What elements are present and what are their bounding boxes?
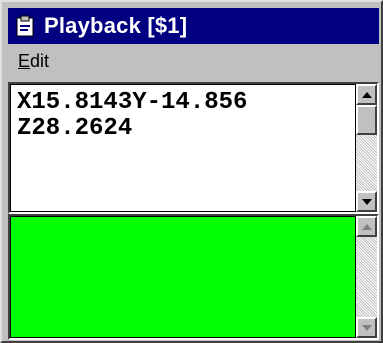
scroll-up-button[interactable] xyxy=(356,84,377,105)
output-scrollbar[interactable] xyxy=(356,84,377,212)
coordinate-line-2: Z28.2624 xyxy=(17,115,133,142)
menu-edit[interactable]: Edit xyxy=(18,51,49,72)
status-scroll-up-button xyxy=(356,216,377,237)
arrow-up-icon xyxy=(361,223,372,230)
scroll-down-button[interactable] xyxy=(356,191,377,212)
title-bar[interactable]: Playback [$1] xyxy=(8,8,379,44)
arrow-down-icon xyxy=(361,198,372,205)
coordinate-output[interactable]: X15.8143Y-14.856 Z28.2624 xyxy=(10,84,356,212)
scroll-thumb[interactable] xyxy=(356,105,377,135)
status-scroll-down-button xyxy=(356,317,377,338)
coordinate-line-1: X15.8143Y-14.856 xyxy=(17,89,248,116)
status-indicator xyxy=(10,216,356,338)
arrow-down-icon xyxy=(361,324,372,331)
window-title: Playback [$1] xyxy=(44,13,188,38)
output-pane: X15.8143Y-14.856 Z28.2624 xyxy=(8,82,379,214)
clipboard-icon xyxy=(14,15,36,37)
status-scrollbar xyxy=(356,216,377,338)
menu-edit-accelerator: E xyxy=(18,50,31,71)
menu-bar: Edit xyxy=(8,46,379,76)
status-pane xyxy=(8,214,379,340)
arrow-up-icon xyxy=(361,91,372,98)
menu-edit-label-rest: dit xyxy=(30,50,50,71)
playback-window: Playback [$1] Edit X15.8143Y-14.856 Z28.2… xyxy=(0,0,383,343)
